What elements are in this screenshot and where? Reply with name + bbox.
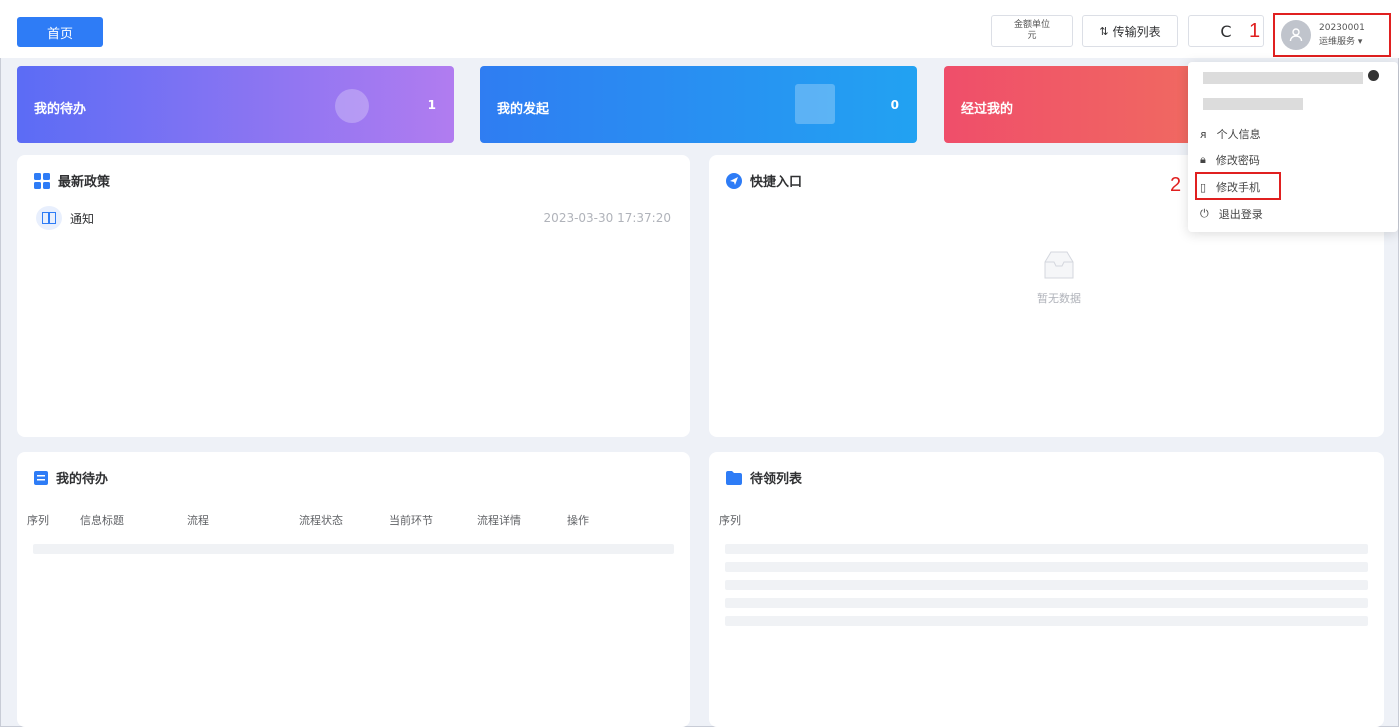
verified-icon [1368, 70, 1379, 81]
amount-unit-button[interactable]: 金额单位 元 [991, 15, 1073, 47]
annotation-marker-2: 2 [1170, 174, 1182, 196]
table-header: 序列 信息标题 流程 流程状态 当前环节 流程详情 操作 [17, 510, 690, 530]
user-menu-trigger[interactable]: 20230001 运维服务 ▾ [1273, 13, 1391, 57]
column-header: 流程状态 [299, 514, 343, 527]
stat-label: 我的发起 [497, 102, 550, 117]
user-icon: ᴙ [1200, 127, 1207, 141]
avatar [1281, 20, 1311, 50]
grid-icon [34, 172, 50, 189]
table-row[interactable] [725, 562, 1368, 572]
upload-icon [795, 84, 835, 124]
table-body [709, 536, 1384, 634]
stat-label: 经过我的 [961, 102, 1014, 117]
panel-title: 快捷入口 [750, 175, 803, 190]
stopwatch-icon [335, 89, 369, 123]
refresh-icon: C [1220, 21, 1232, 41]
menu-item-logout[interactable]: ⏻ 退出登录 [1200, 204, 1263, 224]
folder-icon [726, 470, 742, 485]
column-header: 当前环节 [389, 514, 433, 527]
stat-card-my-todo[interactable]: 我的待办 1 [17, 66, 454, 143]
table-row[interactable] [725, 544, 1368, 554]
table-row[interactable] [725, 598, 1368, 608]
policy-item-time: 2023-03-30 17:37:20 [543, 211, 671, 225]
table-row[interactable] [725, 616, 1368, 626]
stat-count: 0 [890, 98, 899, 112]
lock-icon: 🔒︎ [1200, 153, 1206, 166]
menu-item-label: 个人信息 [1216, 128, 1261, 141]
annotation-marker-1: 1 [1249, 20, 1261, 42]
stat-count: 1 [427, 98, 436, 112]
list-icon [34, 470, 48, 485]
transfer-list-button[interactable]: ⇅ 传输列表 [1082, 15, 1178, 47]
redacted-name [1203, 72, 1363, 84]
column-header: 流程 [187, 514, 209, 527]
menu-item-label: 退出登录 [1218, 208, 1263, 221]
amount-unit-label: 金额单位 [1013, 20, 1050, 30]
transfer-icon: ⇅ [1099, 24, 1109, 38]
transfer-list-label: 传输列表 [1112, 24, 1161, 39]
menu-item-change-password[interactable]: 🔒︎ 修改密码 [1200, 150, 1260, 170]
user-role-wrap: 运维服务 ▾ [1319, 35, 1362, 49]
policy-list-item[interactable]: 通知 2023-03-30 17:37:20 [36, 206, 671, 230]
column-header: 序列 [27, 514, 49, 527]
pending-list-panel: 待领列表 序列 [709, 452, 1384, 727]
table-body [17, 536, 690, 562]
caret-down-icon: ▾ [1357, 37, 1363, 47]
power-icon: ⏻ [1200, 207, 1209, 220]
panel-title: 最新政策 [58, 175, 111, 190]
home-tab-button[interactable]: 首页 [17, 17, 103, 47]
book-icon [36, 206, 62, 230]
empty-box-icon [1044, 251, 1074, 279]
paper-plane-icon [726, 172, 742, 189]
redacted-org [1203, 98, 1303, 110]
panel-title: 待领列表 [750, 472, 803, 487]
policy-item-title: 通知 [70, 211, 95, 226]
user-icon [1289, 28, 1303, 42]
stat-card-my-started[interactable]: 我的发起 0 [480, 66, 917, 143]
table-row[interactable] [33, 544, 674, 554]
menu-item-label: 修改密码 [1215, 154, 1260, 167]
annotation-highlight-box [1195, 172, 1281, 200]
stat-label: 我的待办 [34, 102, 87, 117]
user-role: 运维服务 [1319, 37, 1356, 47]
table-header: 序列 [709, 510, 1384, 530]
user-dropdown-menu: ᴙ 个人信息 🔒︎ 修改密码 ▯ 修改手机 ⏻ 退出登录 [1188, 62, 1398, 232]
top-bar: 首页 金额单位 元 ⇅ 传输列表 C 1 20230001 运维服务 ▾ [0, 0, 1399, 58]
table-row[interactable] [725, 580, 1368, 590]
user-id: 20230001 [1319, 23, 1365, 33]
empty-text: 暂无数据 [1037, 292, 1081, 305]
empty-state: 暂无数据 [999, 250, 1119, 306]
column-header: 序列 [719, 514, 741, 527]
panel-title: 我的待办 [56, 472, 109, 487]
column-header: 信息标题 [80, 514, 124, 527]
amount-unit-value: 元 [1027, 31, 1037, 41]
column-header: 操作 [567, 514, 589, 527]
column-header: 流程详情 [477, 514, 521, 527]
latest-policy-panel: 最新政策 通知 2023-03-30 17:37:20 [17, 155, 690, 437]
my-todo-panel: 我的待办 序列 信息标题 流程 流程状态 当前环节 流程详情 操作 [17, 452, 690, 727]
menu-item-profile[interactable]: ᴙ 个人信息 [1200, 124, 1261, 144]
